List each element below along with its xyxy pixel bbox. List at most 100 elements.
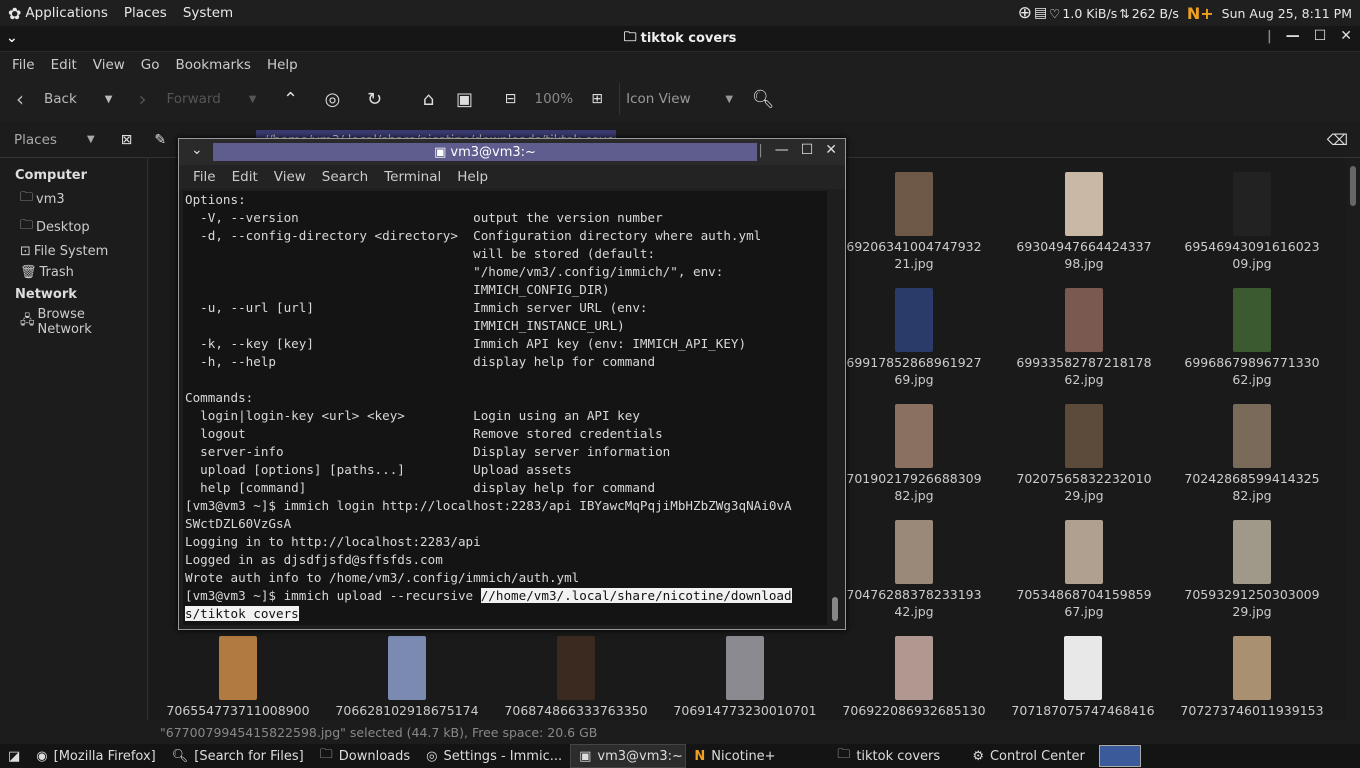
task-settings-immich[interactable]: ◎ Settings - Immic...	[418, 744, 570, 768]
file-item[interactable]: 70190217926688309 82.jpg	[829, 404, 999, 504]
menu-go[interactable]: Go	[133, 57, 168, 73]
reload-icon[interactable]: ↻	[360, 85, 388, 113]
zoom-in-icon[interactable]: ⊞	[583, 85, 611, 113]
edit-location-icon[interactable]: ✎	[154, 132, 166, 148]
view-mode-select[interactable]: Icon View ▼	[619, 83, 739, 115]
file-item[interactable]: 706554773711008900	[153, 636, 323, 719]
computer-heading: Computer	[15, 168, 88, 183]
back-button[interactable]: ‹ Back ▼	[10, 83, 118, 115]
scrollbar-thumb[interactable]	[1350, 166, 1356, 206]
clear-location-icon[interactable]: ⌫	[1327, 131, 1348, 149]
menu-help[interactable]: Help	[259, 57, 306, 73]
workspace-1[interactable]	[1098, 745, 1141, 767]
selected-path-text[interactable]: //home/vm3/.local/share/nicotine/downloa…	[480, 588, 792, 603]
up-icon[interactable]: ⌃	[276, 85, 304, 113]
sidebar-item-browse-network[interactable]: 🖧 Browse Network	[0, 304, 147, 340]
term-menu-edit[interactable]: Edit	[224, 169, 266, 185]
file-item[interactable]: 70534868704159859 67.jpg	[999, 520, 1169, 620]
places-dropdown-icon[interactable]: ▼	[87, 134, 95, 145]
close-icon[interactable]: ✕	[1340, 28, 1352, 44]
file-item[interactable]: 69917852868961927 69.jpg	[829, 288, 999, 388]
term-menu-view[interactable]: View	[266, 169, 314, 185]
file-thumbnail	[895, 172, 933, 236]
clock[interactable]: Sun Aug 25, 8:11 PM	[1222, 6, 1352, 21]
sidebar-item-desktop[interactable]: 🗀 Desktop	[0, 213, 147, 241]
clipboard-icon[interactable]: ▤	[1034, 5, 1047, 21]
terminal-scrollbar[interactable]	[829, 191, 841, 625]
terminal-line: Wrote auth info to /home/vm3/.config/imm…	[185, 570, 580, 585]
file-item[interactable]: 706914773230010701	[660, 636, 830, 719]
computer-icon[interactable]: ▣	[450, 85, 478, 113]
nicotine-tray-icon[interactable]: N+	[1187, 4, 1214, 23]
file-name: 69304947664424337	[1016, 239, 1152, 254]
forward-button[interactable]: › Forward ▼	[132, 83, 262, 115]
task-terminal[interactable]: ▣ vm3@vm3:~	[570, 744, 687, 768]
task-downloads[interactable]: 🗀 Downloads	[312, 744, 418, 768]
term-menu-file[interactable]: File	[185, 169, 224, 185]
terminal-minimize-icon[interactable]: —	[775, 142, 789, 158]
file-manager-titlebar: ⌄ 🗀 tiktok covers | — ☐ ✕	[0, 26, 1360, 52]
search-files-icon: 🔍︎	[171, 748, 189, 764]
term-menu-help[interactable]: Help	[449, 169, 496, 185]
close-sidebar-icon[interactable]: ⊠	[121, 132, 133, 148]
terminal-window[interactable]: ⌄ ▣ vm3@vm3:~ | — ☐ ✕ File Edit View Sea…	[178, 138, 846, 630]
task-nicotine[interactable]: N Nicotine+	[686, 744, 829, 768]
terminal-titlebar[interactable]: ⌄ ▣ vm3@vm3:~ | — ☐ ✕	[179, 139, 845, 165]
icon-view-scrollbar[interactable]	[1347, 158, 1360, 720]
file-item[interactable]: 69206341004747932 21.jpg	[829, 172, 999, 272]
menu-view[interactable]: View	[85, 57, 133, 73]
terminal-line: [vm3@vm3 ~]$ immich login http://localho…	[185, 498, 792, 513]
places-menu[interactable]: Places	[116, 0, 175, 26]
home-icon[interactable]: ⌂	[414, 85, 442, 113]
terminal-window-menu-icon[interactable]: ⌄	[191, 142, 203, 158]
menu-file[interactable]: File	[4, 57, 43, 73]
file-item[interactable]: 70242868599414325 82.jpg	[1167, 404, 1337, 504]
sidebar-item-file-system[interactable]: ⊡ File System	[0, 241, 147, 262]
window-menu-icon[interactable]: ⌄	[6, 30, 18, 46]
term-menu-terminal[interactable]: Terminal	[376, 169, 449, 185]
menu-bookmarks[interactable]: Bookmarks	[168, 57, 259, 73]
maximize-icon[interactable]: ☐	[1314, 28, 1327, 44]
sidebar-item-trash[interactable]: 🗑︎ Trash	[0, 262, 147, 283]
file-item[interactable]: 69546943091616023 09.jpg	[1167, 172, 1337, 272]
minimize-icon[interactable]: —	[1286, 28, 1300, 44]
task-search-files[interactable]: 🔍︎ [Search for Files]	[164, 744, 312, 768]
selected-path-text-cont[interactable]: s/tiktok covers	[185, 606, 299, 621]
show-desktop-button[interactable]: ◪	[0, 744, 28, 768]
back-history-dropdown-icon[interactable]: ▼	[105, 94, 113, 105]
task-firefox[interactable]: ◉ [Mozilla Firefox]	[28, 744, 163, 768]
workspace-switcher[interactable]	[1098, 744, 1141, 768]
accessibility-icon[interactable]: ⊕	[1018, 3, 1032, 23]
file-manager-toolbar: ‹ Back ▼ › Forward ▼ ⌃ ◎ ↻ ⌂ ▣ ⊟ 100% ⊞ …	[0, 78, 1360, 120]
task-control-center[interactable]: ⚙ Control Center	[964, 744, 1093, 768]
file-item[interactable]: 706874866333763350	[491, 636, 661, 719]
task-tiktok-covers[interactable]: 🗀 tiktok covers	[829, 744, 964, 768]
system-menu[interactable]: System	[175, 0, 241, 26]
file-item[interactable]: 69304947664424337 98.jpg	[999, 172, 1169, 272]
menu-edit[interactable]: Edit	[43, 57, 85, 73]
terminal-line: -k, --key [key] Immich API key (env: IMM…	[185, 336, 747, 351]
file-item[interactable]: 70476288378233193 42.jpg	[829, 520, 999, 620]
network-icon[interactable]: ♡	[1049, 6, 1060, 21]
sidebar-item-vm3[interactable]: 🗀 vm3	[0, 185, 147, 213]
file-thumbnail	[1233, 288, 1271, 352]
file-item[interactable]: 707187075747468416	[998, 636, 1168, 719]
zoom-out-icon[interactable]: ⊟	[496, 85, 524, 113]
search-icon[interactable]: 🔍︎	[749, 85, 777, 113]
terminal-icon: ▣	[434, 144, 447, 160]
applications-menu[interactable]: ✿ Applications	[0, 0, 116, 26]
terminal-output[interactable]: Options: -V, --version output the versio…	[183, 191, 827, 625]
terminal-maximize-icon[interactable]: ☐	[801, 142, 814, 158]
file-item[interactable]: 69968679896771330 62.jpg	[1167, 288, 1337, 388]
file-item[interactable]: 707273746011939153	[1167, 636, 1337, 719]
forward-history-dropdown-icon[interactable]: ▼	[249, 94, 257, 105]
file-item[interactable]: 70593291250303009 29.jpg	[1167, 520, 1337, 620]
file-item[interactable]: 69933582787218178 62.jpg	[999, 288, 1169, 388]
file-item[interactable]: 706922086932685130	[829, 636, 999, 719]
terminal-close-icon[interactable]: ✕	[825, 142, 837, 158]
stop-icon[interactable]: ◎	[318, 85, 346, 113]
term-menu-search[interactable]: Search	[314, 169, 376, 185]
terminal-scrollbar-thumb[interactable]	[832, 597, 838, 621]
file-item[interactable]: 706628102918675174	[322, 636, 492, 719]
file-item[interactable]: 70207565832232010 29.jpg	[999, 404, 1169, 504]
